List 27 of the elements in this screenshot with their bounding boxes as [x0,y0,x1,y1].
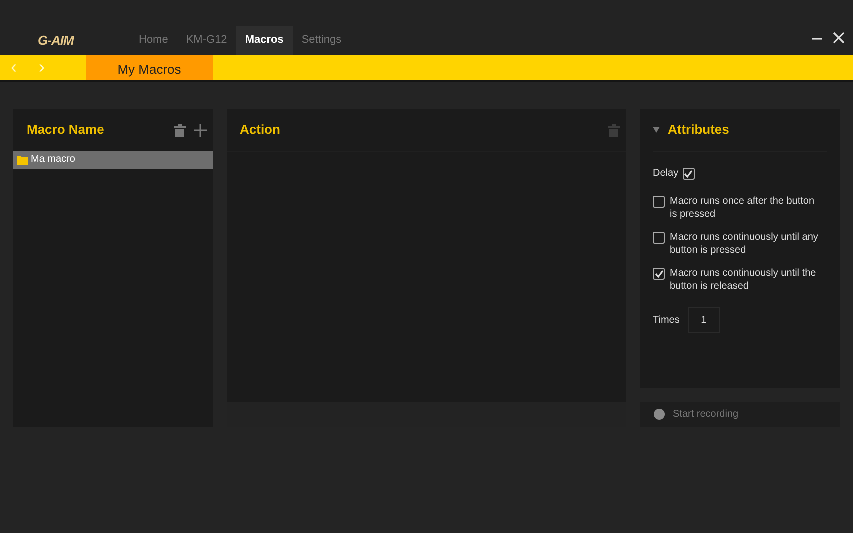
nav-tab[interactable]: Macros [236,26,293,55]
record-icon [654,409,665,420]
trash-icon[interactable] [174,124,186,136]
add-icon[interactable] [194,124,207,136]
option-label: Macro runs continuously until the button is released [670,267,818,293]
option-label: Macro runs continuously until any button is pressed [670,231,820,257]
checkbox[interactable] [653,232,665,244]
nav-tab[interactable]: Settings [292,26,351,55]
folder-icon [17,156,28,164]
option-label: Macro runs once after the button is pressed [670,195,816,221]
sub-tab[interactable]: My Macros [86,55,213,80]
close-icon[interactable] [833,32,845,44]
logo: G-AIM [37,32,76,50]
panel-title: Action [240,121,282,140]
checkbox[interactable] [653,268,665,280]
nav-tab[interactable]: KM-G12 [177,26,236,55]
times-label: Times [653,314,680,328]
times-field[interactable]: 1 [688,307,720,333]
panel-title: Attributes [668,121,730,140]
checkbox[interactable] [682,168,695,180]
option-label: Delay [653,167,679,181]
checkbox[interactable] [653,196,665,208]
macro-item[interactable]: Ma macro [13,151,213,169]
caret-icon[interactable] [653,127,660,133]
panel-title: Macro Name [27,121,106,140]
record-button[interactable]: Start recording [640,402,840,427]
nav-tab[interactable]: Home [130,26,178,55]
